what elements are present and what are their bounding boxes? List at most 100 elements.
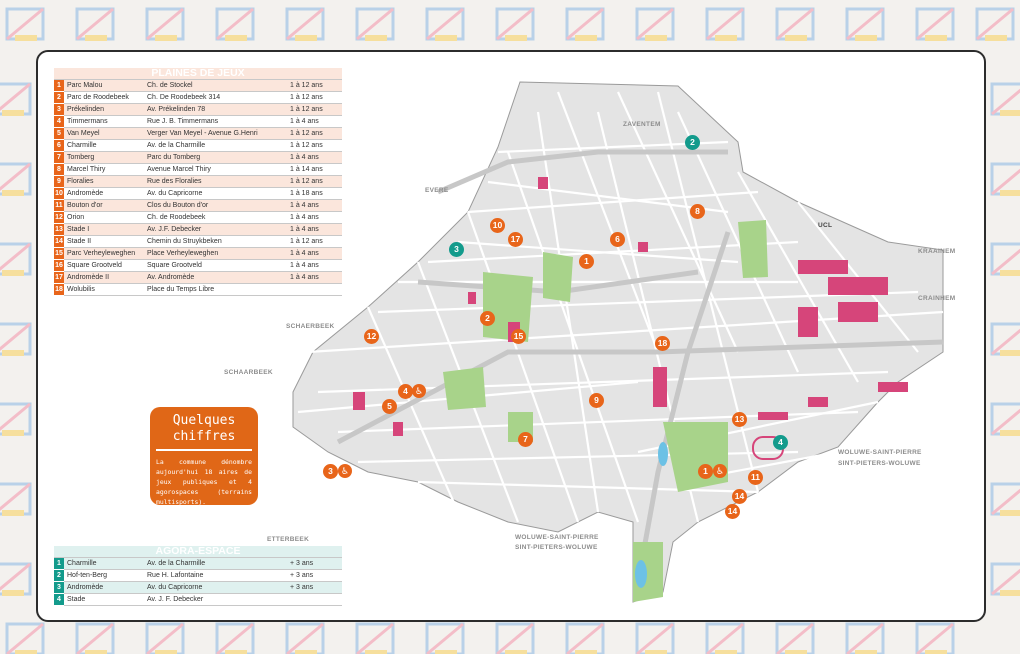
playground-marker[interactable]: 1 [698, 464, 713, 479]
row-age: + 3 ans [287, 581, 342, 594]
table-row: 9 Floralies Rue des Floralies 1 à 12 ans [54, 175, 342, 189]
playground-marker[interactable]: 11 [748, 470, 763, 485]
row-age: 1 à 12 ans [287, 139, 342, 153]
row-address: Av. J. F. Debecker [144, 593, 287, 606]
playground-marker[interactable]: 15 [511, 329, 526, 344]
row-number: 8 [54, 163, 64, 177]
row-number: 4 [54, 115, 64, 129]
playground-marker[interactable]: 10 [490, 218, 505, 233]
playground-marker[interactable]: 2 [480, 311, 495, 326]
agora-marker[interactable]: 3 [449, 242, 464, 257]
row-number: 7 [54, 151, 64, 165]
row-name: Andromède II [64, 271, 144, 285]
row-address: Ch. De Roodebeek 314 [144, 91, 287, 105]
table-row: 12 Orion Ch. de Roodebeek 1 à 4 ans [54, 211, 342, 225]
place-evere: EVERE [425, 187, 449, 194]
row-name: Tomberg [64, 151, 144, 165]
table-row: 14 Stade II Chemin du Struykbeken 1 à 12 an… [54, 235, 342, 249]
row-number: 2 [54, 569, 64, 582]
row-number: 2 [54, 91, 64, 105]
playground-marker[interactable]: 1 [579, 254, 594, 269]
row-address: Av. de la Charmille [144, 139, 287, 153]
table-row: 10 Andromède Av. du Capricorne 1 à 18 ans [54, 187, 342, 201]
place-kraainem: KRAAINEM [918, 248, 956, 255]
info-title-2: chiffres [172, 429, 236, 444]
row-name: Stade II [64, 235, 144, 249]
row-number: 10 [54, 187, 64, 201]
table-row: 7 Tomberg Parc du Tomberg 1 à 4 ans [54, 151, 342, 165]
info-box: Quelques chiffres La commune dénombre au… [150, 407, 258, 506]
plaines-table: PLAINES DE JEUX 1 Parc Malou Ch. de Stocke… [54, 68, 342, 297]
table-row: 2 Parc de Roodebeek Ch. De Roodebeek 314 1 … [54, 91, 342, 105]
table-row: 5 Van Meyel Verger Van Meyel - Avenue G.He… [54, 127, 342, 141]
info-text: La commune dénombre aujourd'hui 18 aires… [156, 458, 252, 506]
row-name: Hof-ten-Berg [64, 569, 144, 582]
table-row: 18 Wolubilis Place du Temps Libre [54, 283, 342, 297]
row-age: 1 à 12 ans [287, 79, 342, 93]
table-row: 3 Prékelinden Av. Prékelinden 78 1 à 12 ans [54, 103, 342, 117]
place-woluwe-nl-2: SINT-PIETERS-WOLUWE [515, 544, 598, 551]
row-address: Ch. de Stockel [144, 79, 287, 93]
agora-table: AGORA-ESPACE 1 Charmille Av. de la Charmil… [54, 546, 342, 606]
playground-marker[interactable]: 6 [610, 232, 625, 247]
place-ucl: UCL [818, 222, 833, 229]
table-row: 11 Bouton d'or Clos du Bouton d'or 1 à 4 an… [54, 199, 342, 213]
place-etterbeek: ETTERBEEK [267, 536, 310, 543]
row-address: Rue H. Lafontaine [144, 569, 287, 582]
playground-marker[interactable]: 9 [589, 393, 604, 408]
row-age: 1 à 4 ans [287, 223, 342, 237]
row-number: 16 [54, 259, 64, 273]
row-address: Chemin du Struykbeken [144, 235, 287, 249]
row-number: 1 [54, 79, 64, 93]
wheelchair-icon: ♿ [713, 464, 727, 478]
row-address: Rue J. B. Timmermans [144, 115, 287, 129]
playground-marker[interactable]: 4 [398, 384, 413, 399]
playground-marker[interactable]: 13 [732, 412, 747, 427]
agora-title: AGORA-ESPACE [54, 546, 342, 558]
row-age: 1 à 12 ans [287, 235, 342, 249]
row-name: Parc Verheyleweghen [64, 247, 144, 261]
row-name: Stade I [64, 223, 144, 237]
row-number: 12 [54, 211, 64, 225]
playground-marker[interactable]: 14 [732, 489, 747, 504]
row-address: Place du Temps Libre [144, 283, 287, 297]
row-address: Parc du Tomberg [144, 151, 287, 165]
info-title-1: Quelques [172, 413, 236, 428]
row-address: Avenue Marcel Thiry [144, 163, 287, 177]
table-row: 1 Parc Malou Ch. de Stockel 1 à 12 ans [54, 79, 342, 93]
table-row: 4 Timmermans Rue J. B. Timmermans 1 à 4 ans [54, 115, 342, 129]
agora-marker[interactable]: 2 [685, 135, 700, 150]
plaines-title: PLAINES DE JEUX [54, 68, 342, 81]
row-number: 6 [54, 139, 64, 153]
row-age: 1 à 12 ans [287, 103, 342, 117]
row-age: 1 à 4 ans [287, 259, 342, 273]
row-age: + 3 ans [287, 557, 342, 570]
row-name: Parc de Roodebeek [64, 91, 144, 105]
park-north [543, 252, 573, 302]
playground-marker[interactable]: 18 [655, 336, 670, 351]
playground-marker[interactable]: 8 [690, 204, 705, 219]
row-age: 1 à 4 ans [287, 199, 342, 213]
playground-marker[interactable]: 12 [364, 329, 379, 344]
table-row: 15 Parc Verheyleweghen Place Verheyleweghe… [54, 247, 342, 261]
playground-marker[interactable]: 17 [508, 232, 523, 247]
playground-marker[interactable]: 14 [725, 504, 740, 519]
playground-marker[interactable]: 5 [382, 399, 397, 414]
table-row: 1 Charmille Av. de la Charmille + 3 ans [54, 557, 342, 570]
table-row: 3 Andromède Av. du Capricorne + 3 ans [54, 581, 342, 594]
table-row: 17 Andromède II Av. Andromède 1 à 4 ans [54, 271, 342, 285]
row-name: Orion [64, 211, 144, 225]
playground-marker[interactable]: 7 [518, 432, 533, 447]
row-address: Rue des Floralies [144, 175, 287, 189]
row-name: Stade [64, 593, 144, 606]
playground-marker[interactable]: 3 [323, 464, 338, 479]
row-number: 18 [54, 283, 64, 297]
info-divider [156, 449, 252, 451]
row-name: Floralies [64, 175, 144, 189]
agora-marker[interactable]: 4 [773, 435, 788, 450]
row-address: Av. du Capricorne [144, 187, 287, 201]
row-name: Bouton d'or [64, 199, 144, 213]
table-row: 8 Marcel Thiry Avenue Marcel Thiry 1 à 14 a… [54, 163, 342, 177]
row-address: Av. Andromède [144, 271, 287, 285]
row-address: Place Verheyleweghen [144, 247, 287, 261]
